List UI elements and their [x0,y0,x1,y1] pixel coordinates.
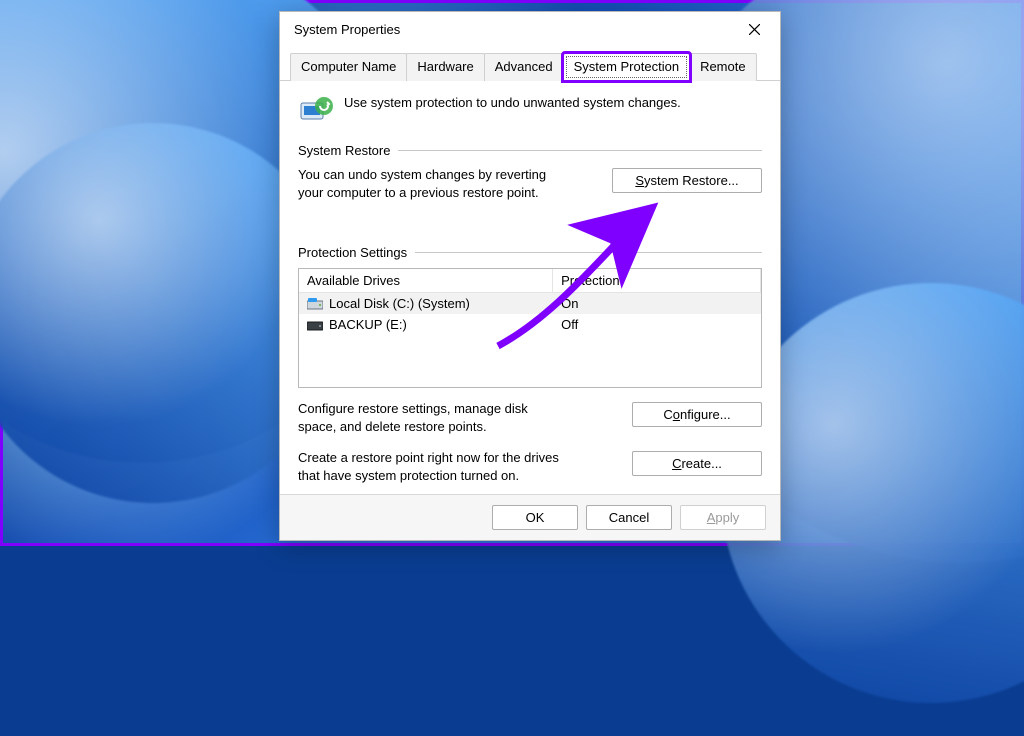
drive-icon [307,319,323,331]
system-protection-icon [298,93,334,129]
tab-advanced[interactable]: Advanced [484,53,564,81]
window-title: System Properties [294,22,400,37]
create-desc: Create a restore point right now for the… [298,449,568,484]
intro-row: Use system protection to undo unwanted s… [298,93,762,129]
drive-name: Local Disk (C:) (System) [329,296,470,311]
configure-desc: Configure restore settings, manage disk … [298,400,568,435]
drive-protection: Off [553,314,761,335]
drives-table-header: Available Drives Protection [299,269,761,293]
configure-button[interactable]: Configure... [632,402,762,427]
table-row[interactable]: BACKUP (E:) Off [299,314,761,335]
group-system-restore-label: System Restore [298,143,390,158]
drive-protection: On [553,293,761,314]
cancel-button[interactable]: Cancel [586,505,672,530]
group-protection-settings-label: Protection Settings [298,245,407,260]
restore-desc: You can undo system changes by reverting… [298,166,568,201]
dialog-footer: OK Cancel Apply [280,494,780,540]
close-button[interactable] [736,15,772,43]
group-protection-settings: Protection Settings [298,245,762,260]
col-available-drives: Available Drives [299,269,553,292]
intro-text: Use system protection to undo unwanted s… [344,93,681,110]
drive-name: BACKUP (E:) [329,317,407,332]
system-properties-dialog: System Properties Computer Name Hardware… [279,11,781,541]
drives-table[interactable]: Available Drives Protection Local Disk (… [298,268,762,388]
table-row[interactable]: Local Disk (C:) (System) On [299,293,761,314]
ok-button[interactable]: OK [492,505,578,530]
system-drive-icon [307,298,323,310]
tab-bar: Computer Name Hardware Advanced System P… [280,52,780,81]
system-restore-button[interactable]: System Restore... [612,168,762,193]
create-button[interactable]: Create... [632,451,762,476]
titlebar: System Properties [280,12,780,46]
apply-button: Apply [680,505,766,530]
col-protection: Protection [553,269,761,292]
tab-remote[interactable]: Remote [689,53,757,81]
group-system-restore: System Restore [298,143,762,158]
tab-system-protection[interactable]: System Protection [563,53,691,81]
close-icon [749,24,760,35]
tab-hardware[interactable]: Hardware [406,53,484,81]
tab-computer-name[interactable]: Computer Name [290,53,407,81]
